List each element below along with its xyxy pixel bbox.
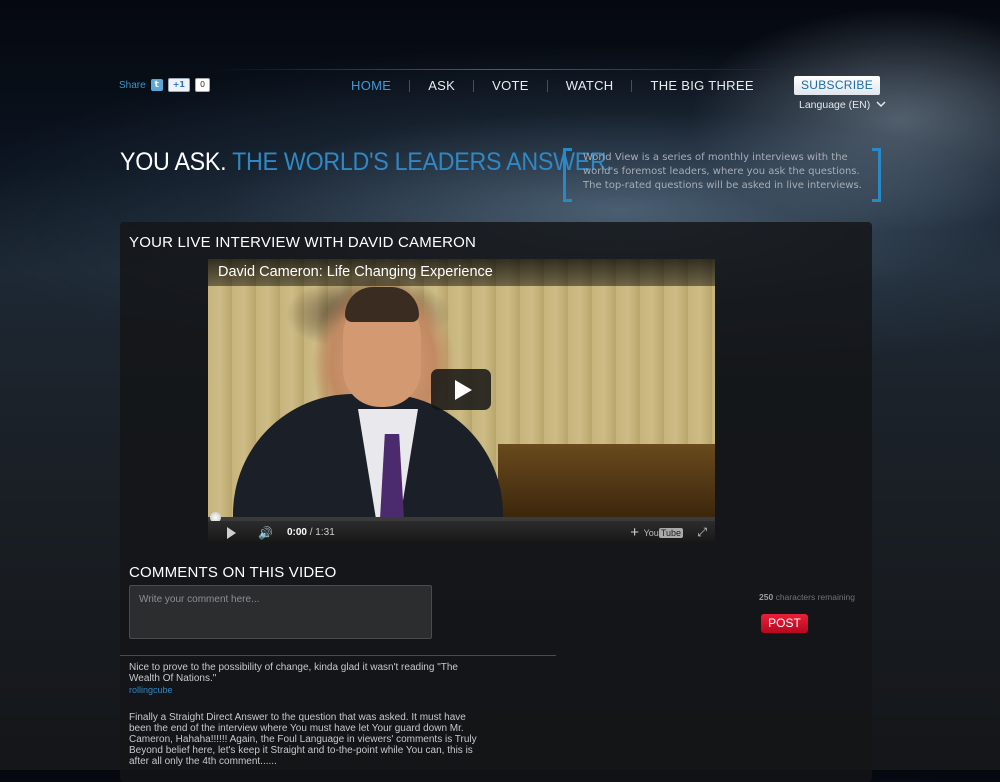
comment-text: Finally a Straight Direct Answer to the … <box>129 712 477 767</box>
video-figure-hair <box>345 287 419 322</box>
nav-item-home[interactable]: HOME <box>333 78 409 93</box>
video-current-time: 0:00 <box>286 527 307 538</box>
comment-item: Finally a Straight Direct Answer to the … <box>129 712 489 767</box>
bracket-left <box>563 148 572 202</box>
youtube-logo-you: You <box>643 527 659 538</box>
comments-title: COMMENTS ON THIS VIDEO <box>129 564 337 581</box>
comment-input[interactable]: Write your comment here... <box>129 585 432 639</box>
main-nav: HOME ASK VOTE WATCH THE BIG THREE <box>333 78 772 93</box>
youtube-logo-tube: Tube <box>658 527 683 538</box>
comments-divider <box>120 655 556 656</box>
intro-text: World View is a series of monthly interv… <box>583 152 862 191</box>
characters-remaining-count: 250 <box>759 592 774 602</box>
nav-item-ask[interactable]: ASK <box>410 78 473 93</box>
play-icon[interactable] <box>431 369 491 410</box>
video-controls: 🔊 0:00 / 1:31 + You Tube ⤢ <box>208 521 715 544</box>
add-to-icon[interactable]: + <box>630 524 639 541</box>
play-button[interactable] <box>227 526 236 539</box>
google-plus-count: 0 <box>194 78 211 92</box>
bracket-right <box>872 148 881 202</box>
chevron-down-icon <box>876 99 886 111</box>
intro-box: World View is a series of monthly interv… <box>563 148 881 202</box>
hero-headline-part1: YOU ASK. <box>120 148 227 176</box>
characters-remaining-label: characters remaining <box>775 592 855 602</box>
hero-headline: YOU ASK. THE WORLD'S LEADERS ANSWER. <box>120 148 613 177</box>
google-plus-button[interactable]: +1 <box>167 78 190 92</box>
youtube-logo[interactable]: You Tube <box>643 527 683 538</box>
fullscreen-icon[interactable]: ⤢ <box>697 525 707 540</box>
comment-user-link[interactable]: rollingcube <box>129 685 489 696</box>
video-player[interactable]: David Cameron: Life Changing Experience … <box>208 259 715 544</box>
share-label[interactable]: Share <box>119 80 146 91</box>
nav-item-watch[interactable]: WATCH <box>548 78 632 93</box>
volume-icon[interactable]: 🔊 <box>258 526 273 540</box>
nav-item-the-big-three[interactable]: THE BIG THREE <box>632 78 771 93</box>
hero-headline-part2: THE WORLD'S LEADERS ANSWER. <box>232 148 613 176</box>
interview-title: YOUR LIVE INTERVIEW WITH DAVID CAMERON <box>129 234 477 251</box>
video-time: 0:00 / 1:31 <box>287 527 335 538</box>
characters-remaining: 250 characters remaining <box>759 592 855 602</box>
post-button[interactable]: POST <box>761 614 808 633</box>
comment-text: Nice to prove to the possibility of chan… <box>129 662 458 684</box>
share-bar: Share t +1 0 <box>119 78 211 92</box>
video-duration: / 1:31 <box>309 527 335 538</box>
nav-divider-line <box>210 69 790 70</box>
subscribe-button[interactable]: SUBSCRIBE <box>794 76 880 95</box>
video-wood-panel <box>498 444 715 517</box>
twitter-icon[interactable]: t <box>150 79 163 91</box>
video-title[interactable]: David Cameron: Life Changing Experience <box>208 259 715 286</box>
language-selector[interactable]: Language (EN) <box>799 99 886 111</box>
language-label: Language (EN) <box>799 99 871 111</box>
nav-item-vote[interactable]: VOTE <box>474 78 547 93</box>
comment-item: Nice to prove to the possibility of chan… <box>129 662 489 696</box>
